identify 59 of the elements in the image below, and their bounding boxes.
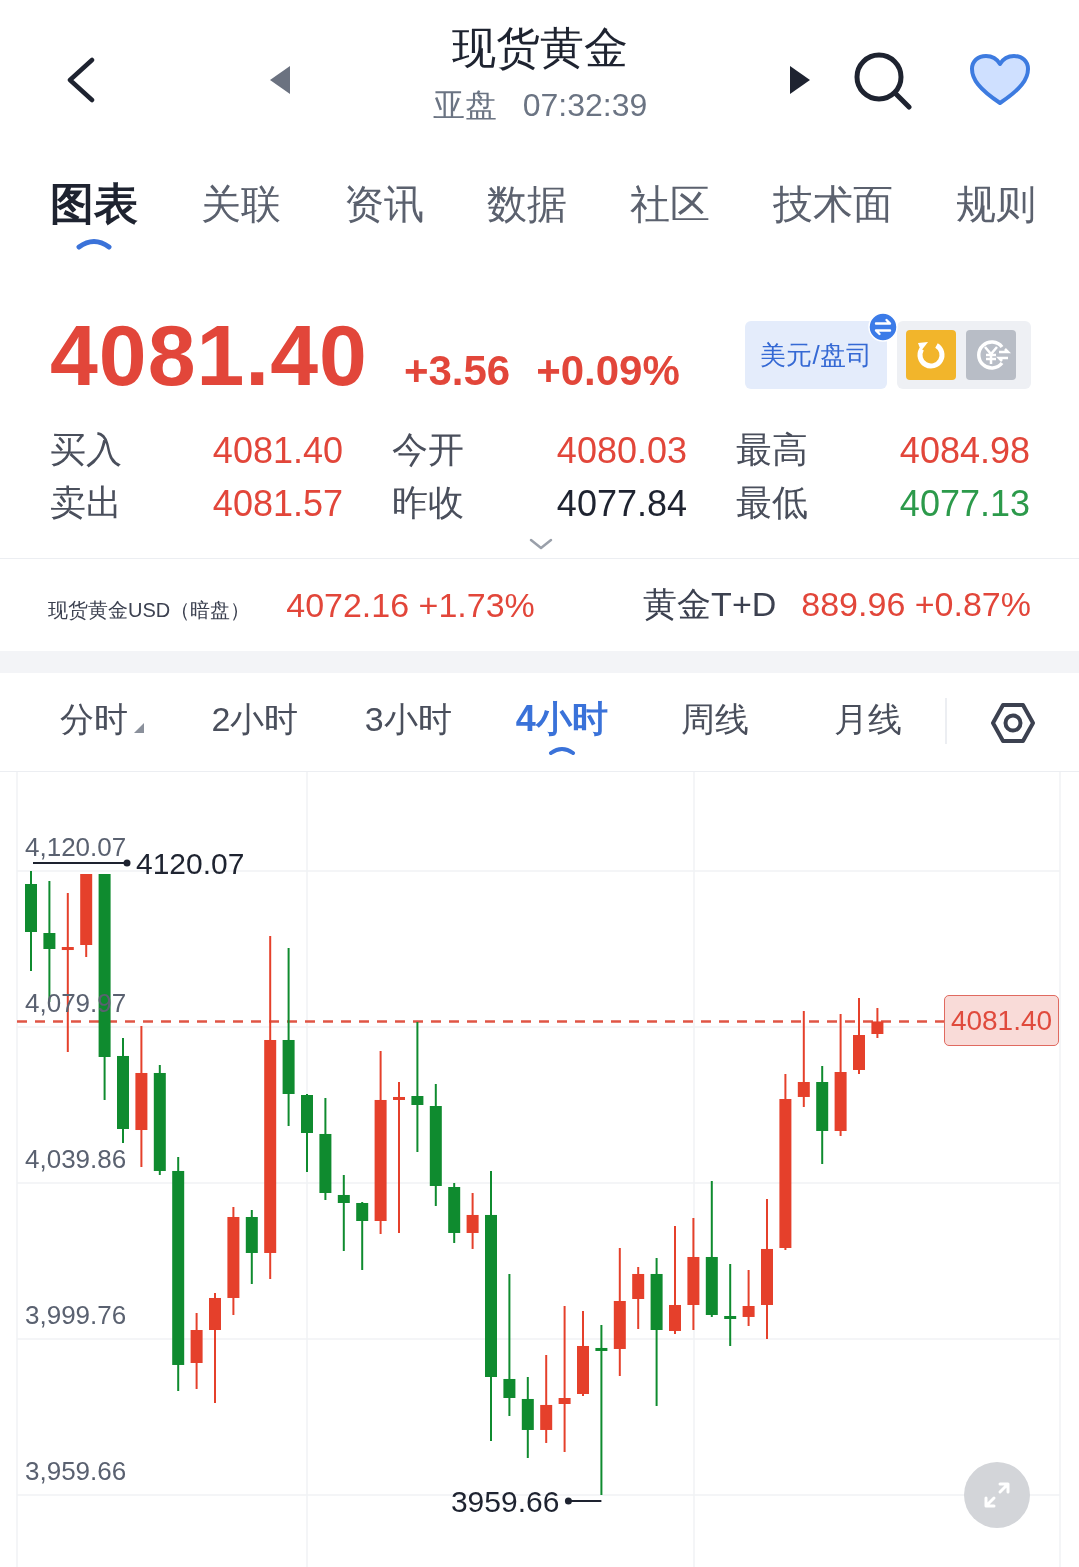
price-tag: 4081.40	[944, 995, 1059, 1047]
stat-value: 4080.03	[556, 429, 687, 472]
candle	[448, 1182, 461, 1244]
stat-value: 4084.98	[899, 429, 1030, 472]
triangle-right-icon[interactable]	[790, 66, 810, 94]
stat-label: 买入	[50, 428, 122, 472]
related-quote: 4072.16 +1.73%	[286, 585, 535, 625]
period-tab[interactable]: 分时	[59, 699, 144, 755]
stat-label: 昨收	[392, 481, 464, 525]
candle	[871, 1007, 884, 1039]
stat-value: 4077.13	[899, 482, 1030, 525]
price-change: +3.56	[403, 350, 511, 392]
tab[interactable]: 数据	[487, 180, 567, 250]
period-tab[interactable]: 4小时	[515, 699, 608, 755]
last-price: 4081.40	[50, 312, 368, 398]
tab[interactable]: 关联	[201, 180, 281, 250]
axis-label: 3,959.66	[25, 1456, 127, 1486]
candle	[466, 1192, 479, 1250]
stat-label: 卖出	[50, 481, 122, 525]
percent-change: +0.09%	[536, 350, 680, 392]
axis-label: 4,120.07	[25, 832, 127, 862]
heart-icon[interactable]	[969, 53, 1031, 107]
caret-icon	[547, 745, 576, 755]
stat-value: 4081.57	[212, 482, 343, 525]
axis-label: 3,999.76	[25, 1300, 127, 1331]
tab[interactable]: 技术面	[773, 180, 893, 250]
high-price-label: 4120.07	[136, 847, 245, 880]
tab[interactable]: 社区	[630, 180, 710, 250]
unit-button[interactable]: 美元/盘司	[745, 321, 887, 389]
period-tab[interactable]: 2小时	[211, 699, 299, 755]
period-tab[interactable]: 3小时	[364, 699, 452, 755]
stat-value: 4077.84	[556, 482, 687, 525]
related-name[interactable]: 现货黄金USD（暗盘）	[48, 596, 251, 624]
triangle-left-icon[interactable]	[270, 66, 290, 94]
settings-icon[interactable]	[990, 702, 1036, 744]
axis-label: 4,039.86	[25, 1144, 127, 1175]
leader-line	[564, 1497, 603, 1505]
page-title: 现货黄金	[452, 22, 628, 74]
period-tab[interactable]: 月线	[834, 699, 903, 755]
stat-value: 4081.40	[212, 429, 343, 472]
candle	[356, 1201, 369, 1271]
related-name[interactable]: 黄金T+D	[643, 582, 777, 628]
stat-label: 今开	[392, 428, 464, 472]
period-tab[interactable]: 周线	[681, 699, 749, 755]
tab[interactable]: 规则	[956, 180, 1036, 250]
tab[interactable]: 资讯	[344, 180, 424, 250]
tab[interactable]: 图表	[50, 180, 138, 250]
search-icon[interactable]	[852, 50, 912, 110]
time-label: 07:32:39	[522, 86, 648, 124]
swap-icon[interactable]	[868, 312, 898, 342]
related-quote: 889.96 +0.87%	[801, 585, 1031, 624]
low-price-label: 3959.66	[450, 1485, 560, 1518]
session-label: 亚盘	[432, 86, 497, 124]
caret-icon	[75, 236, 113, 250]
stat-label: 最低	[736, 481, 808, 525]
candle	[742, 1269, 755, 1327]
candle	[632, 1266, 645, 1330]
stat-label: 最高	[736, 428, 808, 472]
chevron-down-icon[interactable]	[528, 538, 553, 550]
